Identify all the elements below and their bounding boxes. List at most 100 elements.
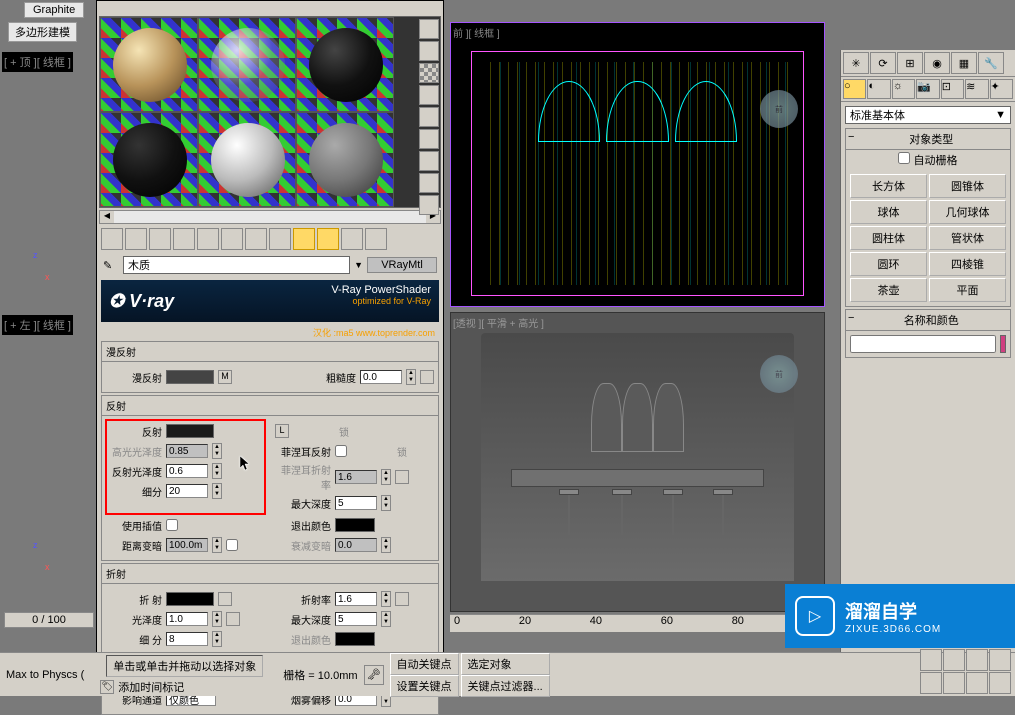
diffuse-color-swatch[interactable]: [166, 370, 214, 384]
put-to-scene-icon[interactable]: [125, 228, 147, 250]
walk-icon[interactable]: [943, 672, 965, 694]
reflect-color-swatch[interactable]: [166, 424, 214, 438]
teapot-button[interactable]: 茶壶: [850, 278, 927, 302]
poly-model-tab[interactable]: 多边形建模: [8, 22, 77, 42]
dim-dist-checkbox[interactable]: [226, 539, 238, 551]
background-icon[interactable]: [419, 63, 439, 83]
make-copy-icon[interactable]: [197, 228, 219, 250]
geosphere-button[interactable]: 几何球体: [929, 200, 1006, 224]
video-check-icon[interactable]: [419, 107, 439, 127]
refract-max-depth-field[interactable]: [335, 612, 377, 626]
key-filters-button[interactable]: 关键点过滤器...: [461, 675, 550, 697]
roughness-map-button[interactable]: [420, 370, 434, 384]
fresnel-checkbox[interactable]: [335, 445, 347, 457]
material-slot[interactable]: [100, 17, 198, 112]
cameras-tab-icon[interactable]: 📷: [916, 79, 939, 99]
zoom-icon[interactable]: [943, 649, 965, 671]
systems-tab-icon[interactable]: ✦: [990, 79, 1013, 99]
shapes-tab-icon[interactable]: ◐: [867, 79, 890, 99]
tube-button[interactable]: 管状体: [929, 226, 1006, 250]
diffuse-map-button[interactable]: M: [218, 370, 232, 384]
reflect-header[interactable]: 反射: [102, 396, 438, 416]
display-tab-icon[interactable]: ▦: [951, 52, 977, 74]
set-key-button[interactable]: 设置关键点: [390, 675, 459, 697]
make-unique-icon[interactable]: [221, 228, 243, 250]
helpers-tab-icon[interactable]: ⊡: [941, 79, 964, 99]
viewcube[interactable]: 前: [760, 90, 798, 128]
spacewarps-tab-icon[interactable]: ≋: [965, 79, 988, 99]
plane-button[interactable]: 平面: [929, 278, 1006, 302]
time-ruler[interactable]: 0 20 40 60 80 100: [450, 614, 825, 632]
maximize-icon[interactable]: [966, 672, 988, 694]
fov-icon[interactable]: [989, 649, 1011, 671]
exit-color-swatch[interactable]: [335, 518, 375, 532]
utilities-tab-icon[interactable]: 🔧: [978, 52, 1004, 74]
cylinder-button[interactable]: 圆柱体: [850, 226, 927, 250]
min-max-icon[interactable]: [989, 672, 1011, 694]
go-forward-icon[interactable]: [365, 228, 387, 250]
hierarchy-tab-icon[interactable]: ⊞: [897, 52, 923, 74]
select-by-mat-icon[interactable]: [419, 173, 439, 193]
max-depth-field[interactable]: [335, 496, 377, 510]
go-parent-icon[interactable]: [341, 228, 363, 250]
viewport-persp-label[interactable]: [透视 ][ 平滑 + 高光 ]: [451, 313, 824, 332]
interp-checkbox[interactable]: [166, 519, 178, 531]
lock-selection-icon[interactable]: 🗝: [364, 665, 384, 685]
object-name-field[interactable]: [850, 335, 996, 353]
material-name-field[interactable]: [123, 256, 350, 274]
refract-subdiv-field[interactable]: [166, 632, 208, 646]
reset-icon[interactable]: [173, 228, 195, 250]
box-button[interactable]: 长方体: [850, 174, 927, 198]
geometry-type-dropdown[interactable]: 标准基本体▼: [845, 106, 1011, 124]
material-slot[interactable]: [296, 112, 394, 207]
pick-material-icon[interactable]: ✎: [103, 259, 119, 272]
time-slider[interactable]: 0 / 100: [4, 612, 94, 628]
refract-header[interactable]: 折射: [102, 564, 438, 584]
material-type-button[interactable]: VRayMtl: [367, 257, 437, 273]
viewport-front[interactable]: 前 ][ 线框 ]: [450, 22, 825, 307]
orbit-icon[interactable]: [920, 672, 942, 694]
autogrid-checkbox[interactable]: [898, 152, 910, 164]
geometry-tab-icon[interactable]: ○: [843, 79, 866, 99]
mat-id-channel-icon[interactable]: [269, 228, 291, 250]
refract-color-swatch[interactable]: [166, 592, 214, 606]
add-time-tag[interactable]: 添加时间标记: [118, 679, 184, 695]
refract-gloss-field[interactable]: [166, 612, 208, 626]
material-hscroll[interactable]: ◀ ▶: [99, 210, 441, 224]
refract-exit-color-swatch[interactable]: [335, 632, 375, 646]
sample-uv-icon[interactable]: [419, 85, 439, 105]
roughness-field[interactable]: [360, 370, 402, 384]
options-icon[interactable]: [419, 151, 439, 171]
zoom-extents-icon[interactable]: [966, 649, 988, 671]
create-tab-icon[interactable]: ✳: [843, 52, 869, 74]
maxscript-listener[interactable]: Max to Physcs (: [0, 667, 90, 683]
assign-icon[interactable]: [149, 228, 171, 250]
put-to-lib-icon[interactable]: [245, 228, 267, 250]
refract-map-button[interactable]: [218, 592, 232, 606]
show-map-icon[interactable]: [293, 228, 315, 250]
get-material-icon[interactable]: [101, 228, 123, 250]
mat-id-icon[interactable]: [419, 195, 439, 215]
lights-tab-icon[interactable]: ☼: [892, 79, 915, 99]
motion-tab-icon[interactable]: ◉: [924, 52, 950, 74]
sphere-button[interactable]: 球体: [850, 200, 927, 224]
subdiv-field[interactable]: [166, 484, 208, 498]
lock-button[interactable]: L: [275, 424, 289, 438]
material-slot[interactable]: [296, 17, 394, 112]
show-end-result-icon[interactable]: [317, 228, 339, 250]
scroll-left-icon[interactable]: ◀: [100, 211, 114, 223]
sample-type-icon[interactable]: [419, 19, 439, 39]
preview-icon[interactable]: [419, 129, 439, 149]
diffuse-header[interactable]: 漫反射: [102, 342, 438, 362]
viewport-left-label[interactable]: [ + 左 ][ 线框 ]: [2, 315, 73, 335]
viewport-front-label[interactable]: 前 ][ 线框 ]: [451, 23, 824, 42]
material-slot[interactable]: [198, 112, 296, 207]
object-color-swatch[interactable]: [1000, 335, 1006, 353]
viewport-top-label[interactable]: [ + 顶 ][ 线框 ]: [2, 52, 73, 72]
pan-icon[interactable]: [920, 649, 942, 671]
material-slot[interactable]: [198, 17, 296, 112]
auto-key-button[interactable]: 自动关键点: [390, 653, 459, 675]
pyramid-button[interactable]: 四棱锥: [929, 252, 1006, 276]
ior-field[interactable]: [335, 592, 377, 606]
material-slot[interactable]: [100, 112, 198, 207]
